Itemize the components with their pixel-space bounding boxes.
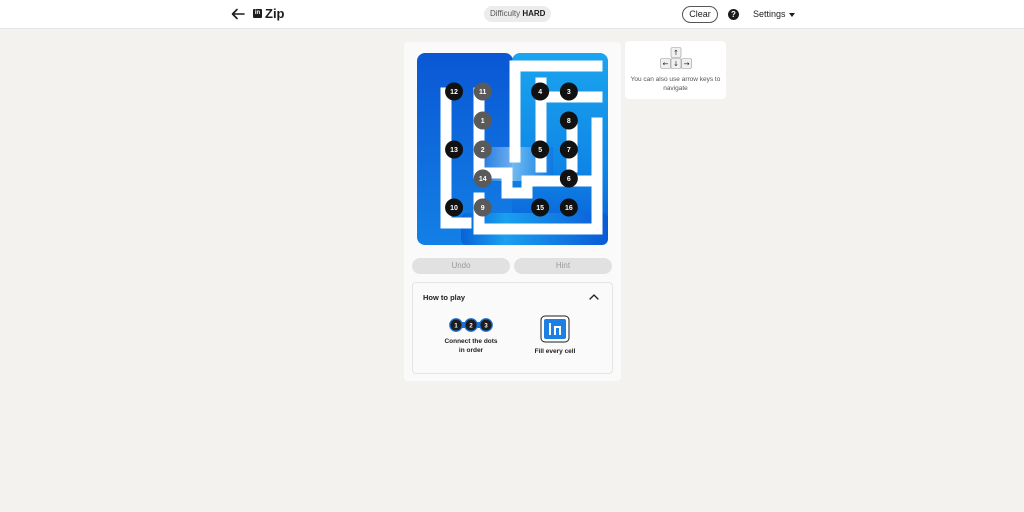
how-to-play-title: How to play — [423, 293, 466, 302]
dot-number: 10 — [450, 205, 458, 212]
undo-button[interactable]: Undo — [412, 258, 510, 274]
rule-fill-cells-text: Fill every cell — [534, 348, 576, 355]
dot-12[interactable]: 12 — [445, 82, 464, 101]
arrow-right-icon: → — [684, 60, 690, 68]
dot-number: 5 — [538, 147, 542, 154]
settings-menu[interactable]: Settings — [753, 9, 795, 19]
dot-10[interactable]: 10 — [445, 198, 464, 217]
how-to-play-panel: How to play 1 2 3 Connect the dots in or… — [412, 282, 613, 374]
dot-1[interactable]: 1 — [473, 111, 492, 130]
arrow-keys-hint-text: You can also use arrow keys to navigate — [630, 76, 721, 92]
dot-number: 4 — [538, 89, 542, 96]
arrow-left-icon: ← — [663, 60, 669, 68]
help-icon[interactable]: ? — [728, 9, 739, 20]
dot-number: 2 — [481, 147, 485, 154]
game-board[interactable]: 123456789101112131415 16 — [417, 53, 608, 245]
dot-number: 1 — [481, 118, 485, 125]
dot-13[interactable]: 13 — [445, 140, 464, 159]
dot-number: 13 — [450, 147, 458, 154]
arrow-down-icon: ↓ — [673, 60, 679, 68]
dot-number: 3 — [567, 89, 571, 96]
linkedin-logo-icon: in — [253, 9, 262, 18]
dot-number: 6 — [567, 176, 571, 183]
difficulty-badge: Difficulty HARD — [484, 6, 552, 22]
dot-5[interactable]: 5 — [531, 140, 550, 159]
connect-dots-icon: 1 2 3 — [449, 318, 493, 332]
dot-number: 9 — [481, 205, 485, 212]
dot-9[interactable]: 9 — [473, 198, 492, 217]
top-bar: in Zip Difficulty HARD Clear ? Settings — [0, 0, 1024, 29]
dot-8[interactable]: 8 — [559, 111, 578, 130]
arrow-up-icon: ↑ — [673, 49, 679, 57]
dot-14[interactable]: 14 — [473, 169, 492, 188]
dot-6[interactable]: 6 — [559, 169, 578, 188]
difficulty-label: Difficulty — [490, 9, 521, 18]
dot-number: 16 — [565, 205, 573, 212]
settings-label: Settings — [753, 9, 786, 19]
dot-3[interactable]: 3 — [559, 82, 578, 101]
dot-7[interactable]: 7 — [559, 140, 578, 159]
dot-2[interactable]: 2 — [473, 140, 492, 159]
fill-cells-icon — [540, 315, 570, 343]
hint-button[interactable]: Hint — [514, 258, 612, 274]
dot-number: 15 — [536, 205, 544, 212]
chevron-up-icon[interactable] — [588, 292, 600, 302]
dot-number: 7 — [567, 147, 571, 154]
caret-down-icon — [788, 12, 795, 17]
difficulty-value: HARD — [522, 9, 546, 18]
app-title: Zip — [265, 6, 285, 21]
back-arrow-icon[interactable] — [230, 6, 246, 22]
dot-number: 12 — [450, 89, 458, 96]
arrow-keys-hint-card: ↑ ← ↓ → You can also use arrow keys to n… — [625, 41, 726, 99]
dot-4[interactable]: 4 — [531, 82, 550, 101]
dot-15[interactable]: 15 — [531, 198, 550, 217]
dot-16[interactable]: 16 — [559, 198, 578, 217]
dot-number: 14 — [479, 176, 487, 183]
clear-button[interactable]: Clear — [682, 6, 718, 23]
arrow-keys-icon: ↑ ← ↓ → — [660, 47, 692, 69]
dot-11[interactable]: 11 — [473, 82, 492, 101]
dot-number: 11 — [479, 89, 487, 96]
rule-connect-dots-text: Connect the dots in order — [444, 338, 498, 354]
dot-number: 8 — [567, 118, 571, 125]
